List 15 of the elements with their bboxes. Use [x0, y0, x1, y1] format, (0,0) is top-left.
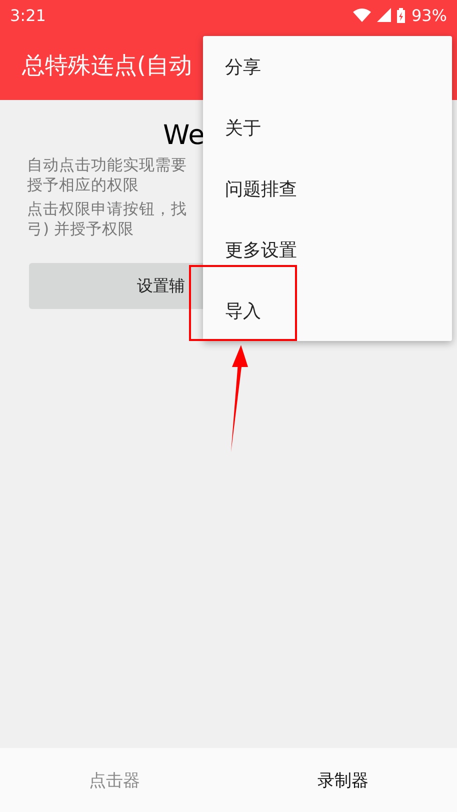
- battery-percent: 93%: [411, 6, 447, 24]
- battery-icon: [397, 8, 406, 22]
- menu-item[interactable]: 问题排查: [203, 158, 452, 219]
- menu-item[interactable]: 关于: [203, 97, 452, 158]
- signal-icon: [377, 8, 392, 22]
- clock-time: 3:21: [10, 6, 46, 24]
- menu-item[interactable]: 分享: [203, 36, 452, 97]
- instruction-text: 自动点击功能实现需要 授予相应的权限: [27, 155, 187, 195]
- menu-item[interactable]: 导入: [203, 280, 452, 341]
- app-title: 总特殊连点(自动: [22, 52, 192, 80]
- menu-item[interactable]: 更多设置: [203, 219, 452, 280]
- heading: We: [163, 120, 205, 151]
- instruction-text: 点击权限申请按钮，找 弓) 并授予权限: [27, 199, 187, 239]
- nav-tab[interactable]: 录制器: [228, 748, 457, 812]
- wifi-icon: [353, 8, 372, 22]
